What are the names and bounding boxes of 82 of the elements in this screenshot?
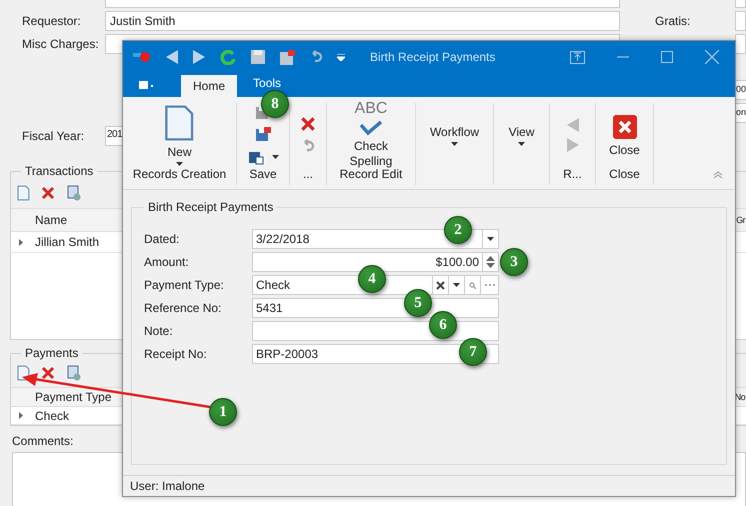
field-label: Amount: — [144, 255, 190, 269]
save-close-icon[interactable] — [255, 127, 271, 143]
clear-icon — [436, 280, 445, 290]
field-label: Gratis: — [655, 14, 692, 28]
spin-arrows-icon — [486, 256, 495, 268]
delete-icon[interactable] — [40, 185, 56, 201]
ribbon-group-caption: ... — [302, 167, 313, 183]
ribbon-group-caption: Save — [249, 167, 277, 183]
undo-icon[interactable] — [310, 50, 322, 64]
ribbon-group-caption: Record Edit — [340, 167, 402, 183]
text-field[interactable] — [735, 34, 746, 54]
field-label: Requestor: — [22, 14, 82, 28]
delete-icon[interactable] — [299, 115, 317, 133]
collapse-ribbon-icon[interactable] — [713, 171, 723, 179]
close-icon — [612, 114, 638, 140]
row-indicator-icon — [19, 238, 23, 246]
table-cell-text: Check — [34, 408, 70, 423]
text-field[interactable] — [735, 11, 746, 31]
field-label: Dated: — [144, 232, 180, 246]
dropdown-caret-icon — [272, 155, 278, 159]
ribbon-tab[interactable]: Tools — [253, 75, 282, 90]
dropdown-caret-icon — [453, 283, 460, 287]
document-icon[interactable] — [17, 185, 30, 201]
column-header: Name — [34, 213, 68, 227]
save-as-icon[interactable] — [248, 149, 264, 165]
field-label: Note: — [144, 324, 174, 338]
field-label: Misc Charges: — [22, 37, 100, 51]
new-button[interactable]: New — [162, 102, 197, 168]
field-label: Payment Type: — [144, 278, 225, 292]
customize-caret-icon[interactable] — [337, 54, 345, 60]
field-label: Fiscal Year: — [22, 129, 86, 143]
close-button[interactable]: Close — [607, 112, 642, 158]
dropdown-caret-icon — [487, 237, 494, 241]
ribbon-group-caption: Close — [609, 167, 640, 183]
field-label: Reference No: — [144, 301, 222, 315]
back-icon[interactable] — [166, 50, 178, 64]
search-icon — [469, 282, 476, 288]
dropdown-caret-icon — [176, 162, 183, 166]
dropdown-caret-icon — [518, 142, 525, 146]
spellcheck-letters: ABC — [354, 101, 388, 117]
table-cell-text: Jillian Smith — [34, 235, 100, 249]
checkmark-icon — [359, 120, 383, 136]
ribbon-group-caption: Records Creation — [132, 167, 226, 183]
refresh-icon[interactable] — [220, 49, 236, 65]
group-title: Payments — [24, 346, 80, 360]
text-field[interactable]: Justin Smith — [105, 11, 620, 31]
document-icon[interactable] — [17, 365, 30, 382]
delete-icon[interactable] — [40, 365, 56, 382]
spin-button[interactable] — [483, 252, 499, 272]
report-icon[interactable] — [66, 365, 82, 382]
restore-panel-icon[interactable] — [570, 50, 585, 64]
dropdown-button[interactable] — [483, 229, 499, 249]
section-title: Birth Receipt Payments — [147, 200, 274, 214]
group-title: Transactions — [24, 164, 94, 178]
row-indicator-icon — [19, 412, 23, 420]
minimize-icon[interactable] — [617, 56, 629, 58]
status-text: User: Imalone — [130, 479, 205, 493]
app-logo-icon — [133, 51, 151, 63]
dropdown-button[interactable] — [449, 275, 465, 295]
close-icon[interactable] — [705, 50, 719, 64]
column-header: Gr — [736, 215, 746, 225]
clear-button[interactable] — [433, 275, 449, 295]
previous-icon[interactable] — [566, 118, 578, 132]
text-field[interactable] — [252, 321, 499, 341]
document-icon[interactable] — [164, 104, 195, 142]
app-menu-icon[interactable] — [139, 81, 153, 89]
text-field[interactable]: 00 — [735, 80, 746, 100]
report-icon[interactable] — [66, 185, 82, 201]
field-label: Comments: — [12, 434, 74, 448]
dropdown-caret-icon — [451, 142, 458, 146]
next-icon[interactable] — [566, 138, 578, 152]
ribbon-group-caption: R... — [563, 167, 582, 183]
maximize-icon[interactable] — [661, 51, 673, 63]
menu-button[interactable]: View — [506, 122, 536, 148]
save-close-icon[interactable] — [280, 50, 295, 64]
ribbon-tab[interactable]: Home — [181, 75, 238, 97]
forward-icon[interactable] — [193, 50, 205, 64]
text-field[interactable]: on — [735, 103, 746, 123]
column-header: Payment Type — [34, 390, 112, 404]
menu-button[interactable]: Workflow — [428, 122, 482, 148]
window-title: Birth Receipt Payments — [370, 50, 496, 64]
field-label: Receipt No: — [144, 347, 208, 361]
